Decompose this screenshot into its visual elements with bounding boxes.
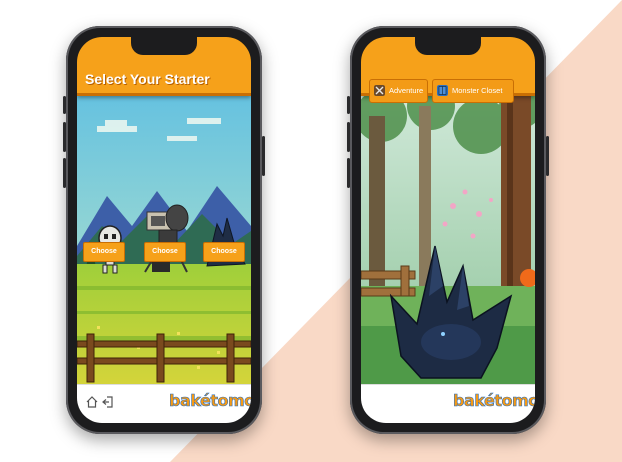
- forest-scene: [361, 96, 535, 385]
- logout-icon[interactable]: [101, 395, 115, 409]
- volume-down-button: [347, 158, 350, 188]
- choose-button-2[interactable]: Choose: [144, 242, 186, 262]
- notch: [415, 37, 481, 55]
- screen-left: Select Your Starter Choose Choose Choose…: [77, 37, 251, 423]
- volume-up-button: [63, 122, 66, 152]
- bottom-bar: bakétomo: [77, 384, 251, 423]
- phone-right: Adventure Monster Closet bakétomo: [347, 26, 549, 434]
- page-title: Select Your Starter: [85, 71, 210, 87]
- notch: [131, 37, 197, 55]
- starter-scene: [77, 96, 251, 385]
- tab-adventure[interactable]: Adventure: [369, 79, 428, 103]
- tab-monster-closet-label: Monster Closet: [452, 86, 503, 95]
- screen-right: Adventure Monster Closet bakétomo: [361, 37, 535, 423]
- mute-button: [63, 96, 66, 114]
- bottom-bar: bakétomo: [361, 384, 535, 423]
- tab-adventure-label: Adventure: [389, 86, 424, 95]
- crossed-swords-icon: [374, 85, 385, 96]
- phone-left: Select Your Starter Choose Choose Choose…: [63, 26, 265, 434]
- choose-button-1[interactable]: Choose: [83, 242, 125, 262]
- closet-icon: [437, 85, 448, 96]
- tab-monster-closet[interactable]: Monster Closet: [432, 79, 514, 103]
- volume-up-button: [347, 122, 350, 152]
- brand-text: bakétomo: [453, 391, 535, 411]
- power-button: [262, 136, 265, 176]
- brand-logo: bakétomo: [169, 391, 251, 413]
- brand-logo: bakétomo: [453, 391, 535, 413]
- home-icon[interactable]: [85, 395, 99, 409]
- mute-button: [347, 96, 350, 114]
- choose-button-3[interactable]: Choose: [203, 242, 245, 262]
- volume-down-button: [63, 158, 66, 188]
- brand-text: bakétomo: [169, 391, 251, 411]
- power-button: [546, 136, 549, 176]
